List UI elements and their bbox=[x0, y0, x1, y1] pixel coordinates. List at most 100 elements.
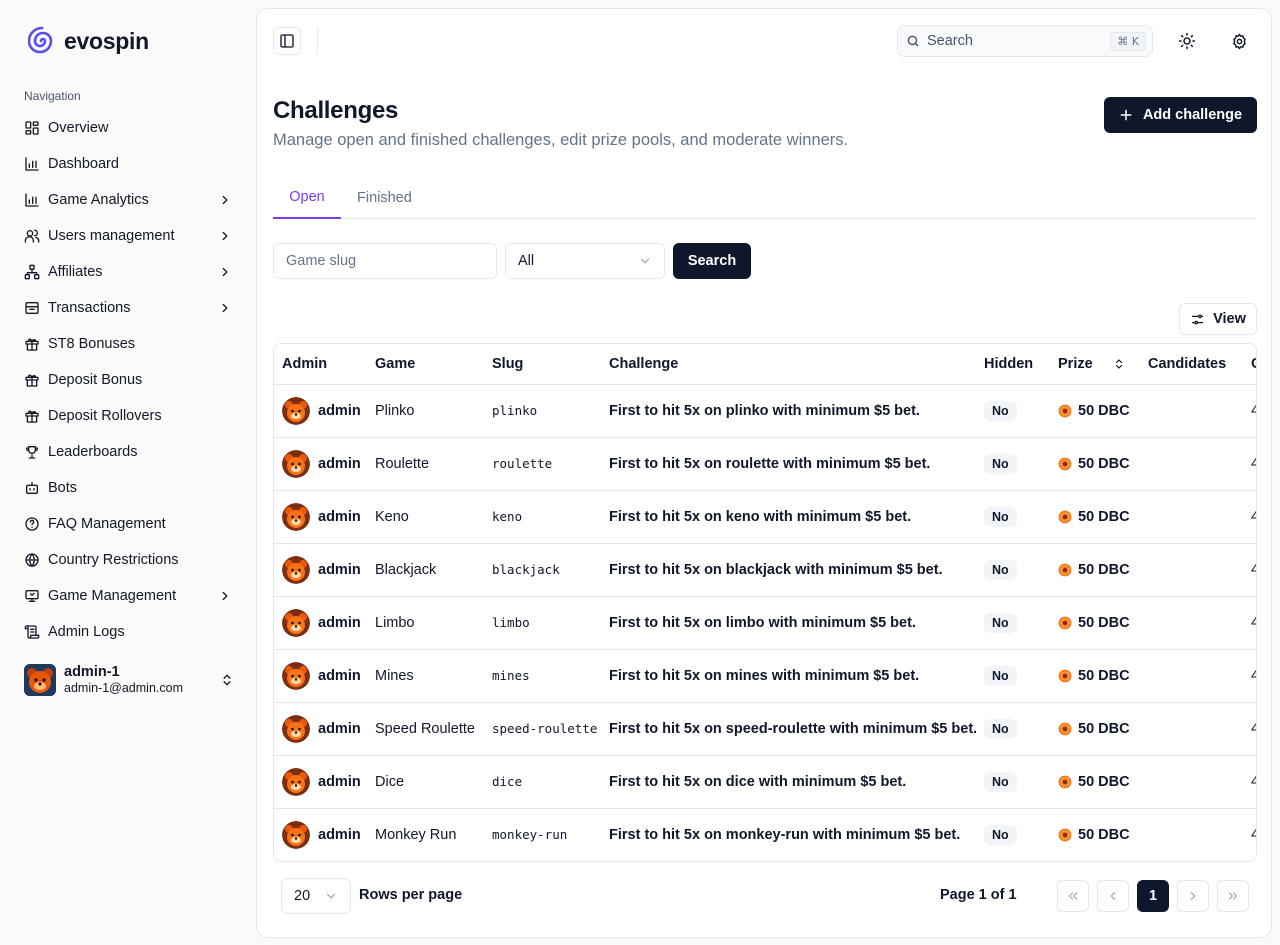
sidebar-item-label: Overview bbox=[48, 120, 109, 136]
user-name: admin-1 bbox=[64, 664, 120, 681]
cell-hidden: No bbox=[976, 490, 1050, 544]
sidebar-item-bots[interactable]: Bots bbox=[16, 470, 240, 506]
table-row[interactable]: admin Speed Roulette speed-roulette First t… bbox=[274, 702, 1256, 756]
prize-amount: 50 DBC bbox=[1078, 614, 1130, 631]
cell-admin: admin bbox=[274, 543, 367, 597]
cell-candidates bbox=[1140, 490, 1243, 544]
sidebar-item-st8-bonuses[interactable]: ST8 Bonuses bbox=[16, 326, 240, 362]
tab-finished[interactable]: Finished bbox=[341, 177, 428, 219]
status-select[interactable]: All bbox=[505, 243, 665, 279]
next-page-button[interactable] bbox=[1177, 880, 1209, 912]
search-input[interactable]: Search ⌘ K bbox=[897, 25, 1153, 57]
sidebar-item-leaderboards[interactable]: Leaderboards bbox=[16, 434, 240, 470]
hidden-badge: No bbox=[984, 665, 1017, 686]
sidebar-item-country-restrictions[interactable]: Country Restrictions bbox=[16, 542, 240, 578]
sidebar-toggle-button[interactable] bbox=[273, 27, 301, 55]
sidebar-item-overview[interactable]: Overview bbox=[16, 110, 240, 146]
cell-date: 4/ bbox=[1243, 384, 1256, 438]
rows-per-page-value: 20 bbox=[294, 888, 311, 904]
col-prize[interactable]: Prize bbox=[1050, 344, 1140, 385]
shortcut-badge: ⌘ K bbox=[1110, 31, 1146, 51]
chevron-down-icon bbox=[324, 889, 338, 903]
prize-amount: 50 DBC bbox=[1078, 508, 1130, 525]
cell-hidden: No bbox=[976, 437, 1050, 491]
coin-icon bbox=[1058, 669, 1072, 683]
cell-prize: 50 DBC bbox=[1050, 649, 1140, 703]
sidebar-item-deposit-rollovers[interactable]: Deposit Rollovers bbox=[16, 398, 240, 434]
search-button[interactable]: Search bbox=[673, 243, 751, 279]
table-row[interactable]: admin Monkey Run monkey-run First to hit 5x… bbox=[274, 808, 1256, 861]
admin-name: admin bbox=[318, 402, 361, 419]
hidden-badge: No bbox=[984, 453, 1017, 474]
avatar bbox=[282, 767, 310, 796]
cell-game: Roulette bbox=[367, 437, 484, 491]
hidden-badge: No bbox=[984, 559, 1017, 580]
tab-open[interactable]: Open bbox=[273, 177, 341, 219]
table-row[interactable]: admin Keno keno First to hit 5x on keno wit… bbox=[274, 490, 1256, 544]
cell-game: Keno bbox=[367, 490, 484, 544]
cell-challenge: First to hit 5x on monkey-run with minim… bbox=[609, 826, 961, 843]
cell-slug: speed-roulette bbox=[484, 702, 601, 756]
table-row[interactable]: admin Mines mines First to hit 5x on mines … bbox=[274, 649, 1256, 703]
game-slug-input[interactable]: Game slug bbox=[273, 243, 497, 279]
hidden-badge: No bbox=[984, 400, 1017, 421]
cell-admin: admin bbox=[274, 490, 367, 544]
sidebar-item-faq-management[interactable]: FAQ Management bbox=[16, 506, 240, 542]
cell-prize: 50 DBC bbox=[1050, 808, 1140, 861]
last-page-button[interactable] bbox=[1217, 880, 1249, 912]
sidebar-item-game-management[interactable]: Game Management bbox=[16, 578, 240, 614]
cell-game: Monkey Run bbox=[375, 826, 457, 843]
tabs: Open Finished bbox=[273, 177, 1257, 219]
rows-per-page-select[interactable]: 20 bbox=[281, 878, 351, 914]
sidebar-item-users-management[interactable]: Users management bbox=[16, 218, 240, 254]
coin-icon bbox=[1058, 563, 1072, 577]
sidebar-item-dashboard[interactable]: Dashboard bbox=[16, 146, 240, 182]
trophy-icon bbox=[24, 444, 40, 460]
table-row[interactable]: admin Limbo limbo First to hit 5x on limbo … bbox=[274, 596, 1256, 650]
theme-toggle-button[interactable] bbox=[1173, 27, 1201, 55]
add-challenge-button[interactable]: Add challenge bbox=[1104, 97, 1257, 133]
cell-admin: admin bbox=[274, 384, 367, 438]
user-menu[interactable]: admin-1 admin-1@admin.com bbox=[24, 662, 234, 698]
chevrons-up-down-icon bbox=[220, 673, 234, 687]
cell-slug: roulette bbox=[484, 437, 601, 491]
col-slug: Slug bbox=[484, 344, 601, 385]
cell-challenge: First to hit 5x on keno with minimum $5 … bbox=[601, 490, 976, 544]
sidebar-item-admin-logs[interactable]: Admin Logs bbox=[16, 614, 240, 650]
cell-game: Speed Roulette bbox=[367, 702, 484, 756]
cell-challenge: First to hit 5x on blackjack with minimu… bbox=[601, 543, 976, 597]
sidebar-item-game-analytics[interactable]: Game Analytics bbox=[16, 182, 240, 218]
network-icon bbox=[24, 264, 40, 280]
cell-admin: admin bbox=[274, 808, 367, 861]
cell-slug: monkey-run bbox=[484, 808, 601, 861]
prev-page-button[interactable] bbox=[1097, 880, 1129, 912]
col-challenge: Challenge bbox=[601, 344, 976, 385]
brand-logo[interactable]: evospin bbox=[28, 26, 149, 56]
topbar-divider bbox=[317, 29, 318, 53]
cell-challenge: First to hit 5x on limbo with minimum $5… bbox=[601, 596, 976, 650]
sidebar-item-transactions[interactable]: Transactions bbox=[16, 290, 240, 326]
table-row[interactable]: admin Dice dice First to hit 5x on dice wit… bbox=[274, 755, 1256, 809]
sidebar-item-label: Game Analytics bbox=[48, 192, 149, 208]
cell-game: Mines bbox=[367, 649, 484, 703]
cell-prize: 50 DBC bbox=[1050, 437, 1140, 491]
table-row[interactable]: admin Roulette roulette First to hit 5x on … bbox=[274, 437, 1256, 491]
users-icon bbox=[24, 228, 40, 244]
sidebar-item-affiliates[interactable]: Affiliates bbox=[16, 254, 240, 290]
sidebar-item-label: Affiliates bbox=[48, 264, 103, 280]
page-1-button[interactable]: 1 bbox=[1137, 880, 1169, 912]
prize-amount: 50 DBC bbox=[1078, 773, 1130, 790]
cell-game: Dice bbox=[367, 755, 484, 809]
view-options-button[interactable]: View bbox=[1179, 303, 1257, 335]
sidebar-item-label: Deposit Bonus bbox=[48, 372, 143, 388]
sidebar-item-deposit-bonus[interactable]: Deposit Bonus bbox=[16, 362, 240, 398]
cell-date: 4/ bbox=[1243, 755, 1256, 809]
table-row[interactable]: admin Blackjack blackjack First to hit 5x o… bbox=[274, 543, 1256, 597]
sidebar-item-label: ST8 Bonuses bbox=[48, 336, 136, 352]
sidebar-nav: Overview Dashboard Game Analytics Users man… bbox=[16, 110, 240, 650]
first-page-button[interactable] bbox=[1057, 880, 1089, 912]
main-panel: Search ⌘ K Challenges Manage open and fi… bbox=[256, 8, 1272, 938]
settings-button[interactable] bbox=[1225, 27, 1253, 55]
cell-hidden: No bbox=[976, 649, 1050, 703]
table-row[interactable]: admin Plinko plinko First to hit 5x on plin… bbox=[274, 384, 1256, 438]
